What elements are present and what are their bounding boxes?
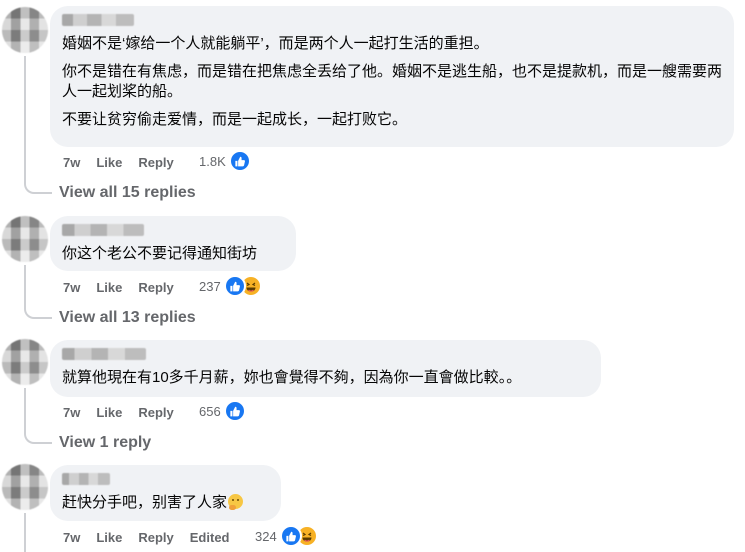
timestamp[interactable]: 7w [63,280,80,295]
reply-button[interactable]: Reply [138,155,173,170]
reply-button[interactable]: Reply [138,530,173,545]
author-name[interactable] [62,224,144,236]
view-replies-link[interactable]: View all 15 replies [59,184,196,202]
thread-connector [24,180,52,194]
thread-line [24,56,26,180]
avatar[interactable] [2,464,48,510]
author-name[interactable] [62,473,110,485]
reply-button[interactable]: Reply [138,405,173,420]
author-name[interactable] [62,14,134,26]
like-button[interactable]: Like [96,280,122,295]
like-icon [223,400,246,422]
comment-text: 不要让贫穷偷走爱情，而是一起成长，一起打败它。 [62,111,408,128]
comment-text: 婚姻不是‘嫁给一个人就能躺平’，而是两个人一起打生活的重担。 [62,35,489,52]
comment-actions: 7w Like Reply [63,402,190,422]
reaction-count: 1.8K [199,153,226,169]
comment-text: 赶快分手吧，别害了人家 [62,493,269,513]
comment-bubble: 赶快分手吧，别害了人家 [50,465,281,521]
reaction-count: 656 [199,403,221,419]
comment-bubble: 就算他現在有10多千月薪，妳也會覺得不夠，因為你一直會做比較。。 [50,340,601,397]
thread-connector [24,305,52,319]
author-name[interactable] [62,348,146,360]
comment-bubble: 婚姻不是‘嫁给一个人就能躺平’，而是两个人一起打生活的重担。 你不是错在有焦虑，… [50,6,734,147]
reaction-summary[interactable]: 324 [255,525,318,547]
comment-text: 你这个老公不要记得通知街坊 [62,245,258,262]
like-icon [279,525,302,547]
reaction-count: 324 [255,528,277,544]
avatar[interactable] [2,216,48,262]
timestamp[interactable]: 7w [63,530,80,545]
like-icon [228,150,251,172]
comment-bubble: 你这个老公不要记得通知街坊 [50,216,296,271]
reaction-count: 237 [199,278,221,294]
thread-line [24,388,26,430]
comment-actions: 7w Like Reply [63,152,190,172]
thread-connector [24,430,52,444]
timestamp[interactable]: 7w [63,405,80,420]
like-button[interactable]: Like [96,530,122,545]
edited-label[interactable]: Edited [190,530,230,545]
avatar[interactable] [2,339,48,385]
comment-text-content: 赶快分手吧，别害了人家 [62,494,228,511]
like-icon [223,275,246,297]
like-button[interactable]: Like [96,405,122,420]
timestamp[interactable]: 7w [63,155,80,170]
comment-text: 你不是错在有焦虑，而是错在把焦虑全丢给了他。婚姻不是逃生船，也不是提款机，而是一… [62,63,723,100]
reaction-summary[interactable]: 656 [199,400,246,422]
like-button[interactable]: Like [96,155,122,170]
thread-line [24,513,26,552]
view-replies-link[interactable]: View 1 reply [59,434,151,452]
hand-over-mouth-emoji-icon [228,494,244,510]
comment-actions: 7w Like Reply Edited [63,527,246,547]
reply-button[interactable]: Reply [138,280,173,295]
view-replies-link[interactable]: View all 13 replies [59,309,196,327]
thread-line [24,265,26,305]
comment-actions: 7w Like Reply [63,277,190,297]
reaction-summary[interactable]: 1.8K [199,150,251,172]
comment-text: 就算他現在有10多千月薪，妳也會覺得不夠，因為你一直會做比較。。 [62,369,522,386]
avatar[interactable] [2,7,48,53]
reaction-summary[interactable]: 237 [199,275,262,297]
